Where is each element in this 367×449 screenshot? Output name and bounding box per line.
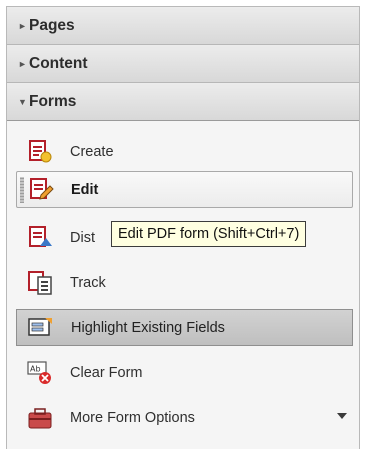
track-form-button[interactable]: Track — [16, 264, 353, 301]
highlight-fields-icon — [28, 317, 52, 336]
edit-form-icon — [30, 177, 54, 200]
section-pages-label: Pages — [29, 16, 75, 34]
create-form-button[interactable]: Create — [16, 133, 353, 170]
more-form-options-button[interactable]: More Form Options — [16, 399, 353, 436]
distribute-form-icon — [29, 225, 52, 247]
distribute-label: Dist — [70, 229, 95, 246]
drag-grip-icon — [20, 177, 24, 203]
section-forms-header[interactable]: ▼ Forms — [7, 83, 359, 121]
track-label: Track — [70, 274, 106, 291]
svg-text:Ab: Ab — [30, 364, 41, 373]
toolbox-icon — [28, 407, 52, 428]
create-label: Create — [70, 143, 114, 160]
edit-form-button[interactable]: Edit — [16, 171, 353, 208]
more-options-label: More Form Options — [70, 409, 195, 426]
clear-form-icon: Ab — [27, 360, 51, 384]
track-form-icon — [28, 270, 52, 295]
section-pages-header[interactable]: ► Pages — [7, 7, 359, 45]
expand-right-icon: ► — [18, 58, 27, 69]
section-forms-label: Forms — [29, 92, 77, 110]
chevron-down-icon[interactable] — [337, 413, 347, 419]
section-content-header[interactable]: ► Content — [7, 45, 359, 83]
expand-right-icon: ► — [18, 20, 27, 31]
create-form-icon — [29, 139, 52, 162]
edit-tooltip: Edit PDF form (Shift+Ctrl+7) — [111, 221, 307, 247]
section-content-label: Content — [29, 54, 88, 72]
clear-form-label: Clear Form — [70, 364, 143, 381]
highlight-existing-fields-button[interactable]: Highlight Existing Fields — [16, 309, 353, 346]
clear-form-button[interactable]: Ab Clear Form — [16, 354, 353, 391]
edit-label: Edit — [71, 181, 99, 198]
highlight-label: Highlight Existing Fields — [71, 319, 225, 336]
collapse-down-icon: ▼ — [18, 96, 27, 107]
